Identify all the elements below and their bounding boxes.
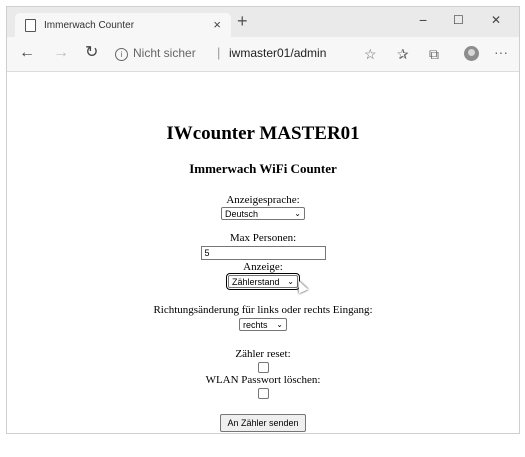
star-icon[interactable]: ☆ — [364, 46, 377, 62]
direction-select[interactable]: rechts ⌄ — [239, 318, 287, 331]
close-window-icon[interactable]: ✕ — [491, 12, 501, 28]
direction-label: Richtungsänderung für links oder rechts … — [153, 304, 373, 316]
language-select[interactable]: Deutsch ⌄ — [221, 207, 305, 220]
profile-avatar[interactable] — [464, 46, 479, 61]
tab-strip: Immerwach Counter × + − ☐ ✕ — [7, 7, 519, 37]
info-icon[interactable]: i — [115, 48, 128, 61]
favorites-icon[interactable]: ✰ — [397, 46, 409, 62]
language-label: Anzeigesprache: — [226, 194, 300, 206]
browser-tab[interactable]: Immerwach Counter × — [15, 13, 231, 37]
page-title: IWcounter MASTER01 — [166, 123, 360, 144]
tab-close-icon[interactable]: × — [213, 18, 221, 31]
chevron-down-icon: ⌄ — [294, 209, 301, 218]
send-to-counter-button[interactable]: An Zähler senden — [220, 414, 306, 432]
chevron-down-icon: ⌄ — [276, 320, 283, 329]
reset-checkbox[interactable] — [257, 362, 269, 373]
max-persons-input[interactable]: 5 — [200, 246, 326, 260]
wlan-password-label: WLAN Passwort löschen: — [205, 374, 321, 386]
chevron-down-icon: ⌄ — [287, 277, 294, 286]
display-select-value: Zählerstand — [232, 276, 280, 287]
collections-icon[interactable]: ⧉ — [429, 46, 439, 62]
page-icon — [25, 18, 36, 32]
maximize-icon[interactable]: ☐ — [453, 12, 464, 28]
reset-label: Zähler reset: — [235, 348, 291, 360]
language-select-value: Deutsch — [225, 208, 259, 219]
display-select[interactable]: Zählerstand ⌄ — [226, 273, 300, 290]
forward-icon: → — [53, 44, 69, 61]
security-indicator[interactable]: Nicht sicher — [133, 46, 196, 60]
direction-select-value: rechts — [243, 319, 268, 330]
new-tab-icon[interactable]: + — [237, 12, 248, 30]
more-menu-icon[interactable]: ··· — [494, 44, 508, 60]
display-label: Anzeige: — [243, 261, 283, 273]
tab-title: Immerwach Counter — [44, 19, 135, 31]
minimize-icon[interactable]: − — [419, 12, 427, 28]
back-icon[interactable]: ← — [19, 45, 35, 61]
url-separator: | — [217, 45, 221, 60]
url-input[interactable]: iwmaster01/admin — [229, 46, 326, 60]
refresh-icon[interactable]: ↻ — [85, 45, 98, 61]
address-bar: ← → ↻ i Nicht sicher | iwmaster01/admin … — [7, 37, 519, 72]
page-content: IWcounter MASTER01 Immerwach WiFi Counte… — [7, 72, 519, 433]
page-subtitle: Immerwach WiFi Counter — [189, 161, 337, 176]
max-persons-label: Max Personen: — [229, 232, 297, 244]
browser-window: Immerwach Counter × + − ☐ ✕ ← → ↻ i Nich… — [6, 6, 520, 434]
wlan-password-checkbox[interactable] — [257, 388, 269, 399]
